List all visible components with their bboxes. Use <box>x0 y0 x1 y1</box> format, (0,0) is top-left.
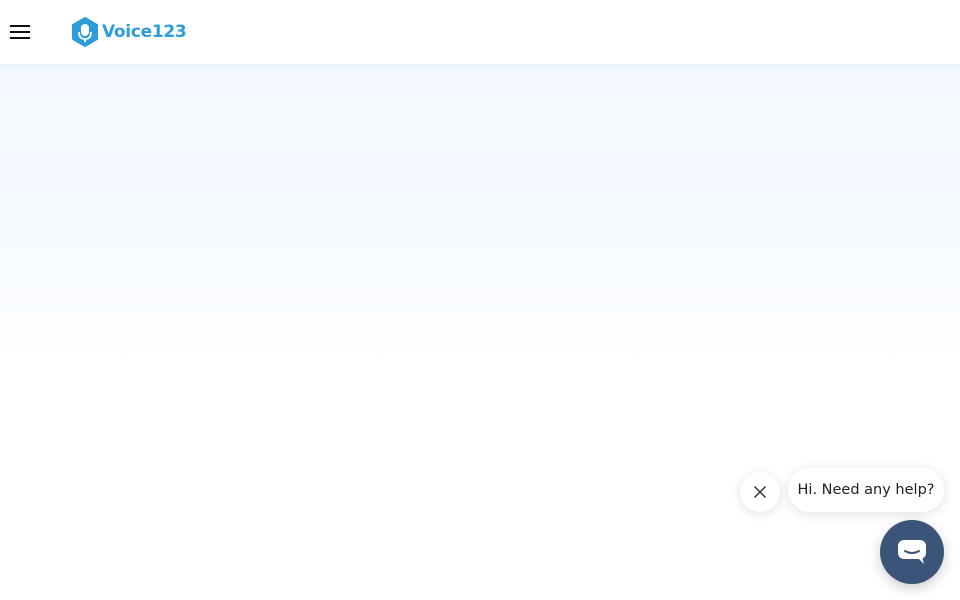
top-navigation-bar: Voice123 <box>0 0 960 64</box>
microphone-hexagon-icon <box>72 17 98 47</box>
menu-button[interactable] <box>4 16 36 48</box>
chat-close-button[interactable] <box>740 472 780 512</box>
chat-greeting-bubble[interactable]: Hi. Need any help? <box>788 468 944 512</box>
logo-text: Voice123 <box>102 22 187 42</box>
chat-launcher-button[interactable] <box>880 520 944 584</box>
hero-background <box>0 64 960 364</box>
voice123-logo[interactable]: Voice123 <box>71 17 187 47</box>
chat-greeting-text: Hi. Need any help? <box>797 482 935 498</box>
chat-bubble-icon <box>898 540 926 564</box>
hamburger-menu-icon <box>10 25 30 39</box>
page: Voice123 Hi. Need any help? <box>0 0 960 600</box>
close-icon <box>754 486 766 498</box>
header-shadow <box>0 64 960 72</box>
